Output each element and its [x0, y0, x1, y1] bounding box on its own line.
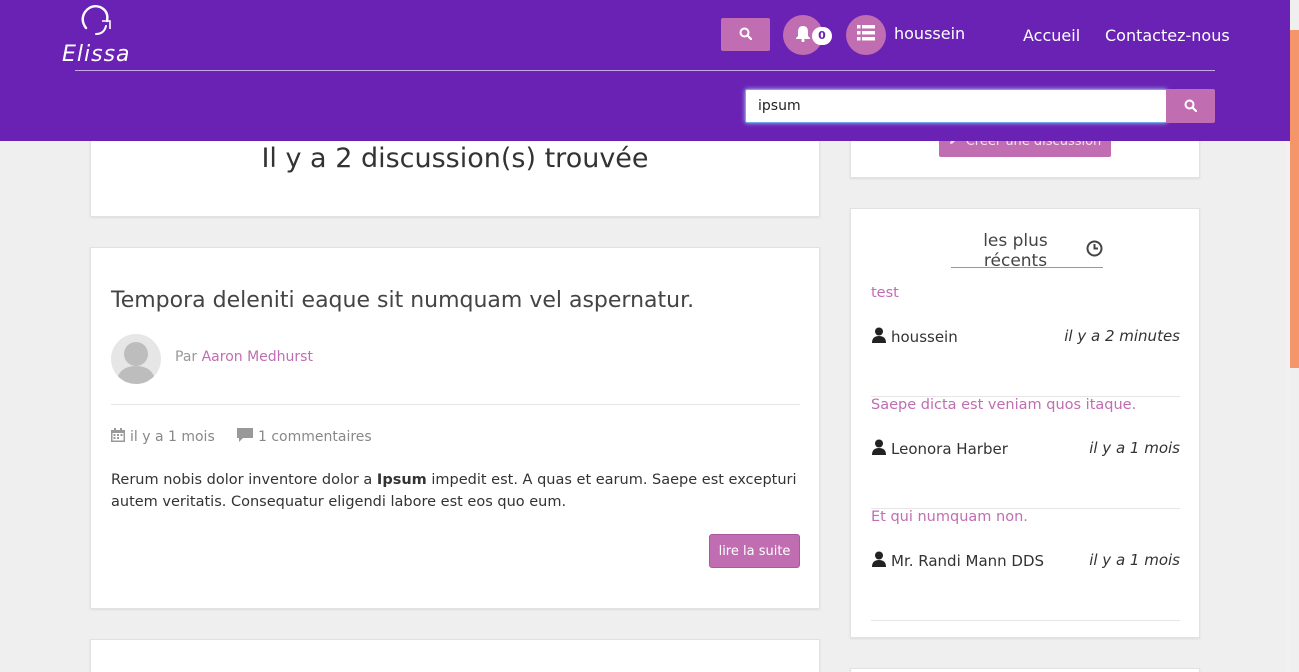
post-date: il y a 1 mois: [111, 428, 215, 446]
calendar-icon: [111, 428, 125, 446]
user-menu-button[interactable]: [846, 15, 886, 55]
clock-icon: [1086, 240, 1103, 262]
author-prefix: Par: [175, 349, 198, 365]
excerpt-text: Rerum nobis dolor inventore dolor a: [111, 472, 377, 488]
recent-heading: les plus récents: [951, 231, 1103, 271]
right-edge-accent: [1290, 30, 1299, 368]
discussion-card: Tempora deleniti eaque sit numquam vel a…: [90, 247, 820, 609]
recent-item-time: il y a 2 minutes: [1064, 327, 1180, 345]
recent-discussions-card: les plus récents test houssein il y a 2 …: [850, 208, 1200, 638]
divider: [111, 404, 800, 405]
user-icon: [871, 327, 887, 347]
notification-count-badge: 0: [812, 27, 832, 45]
username[interactable]: houssein: [894, 24, 965, 43]
logo-text: Elissa: [62, 42, 131, 67]
recent-item-title[interactable]: test: [871, 285, 899, 301]
top-navbar: Elissa 0 houssein Accueil Contactez-nous: [0, 0, 1290, 141]
discussion-title[interactable]: Tempora deleniti eaque sit numquam vel a…: [111, 288, 694, 313]
recent-item-title[interactable]: Saepe dicta est veniam quos itaque.: [871, 397, 1136, 413]
recent-item-time: il y a 1 mois: [1089, 439, 1180, 457]
post-comments: 1 commentaires: [237, 428, 372, 446]
search-toggle-button[interactable]: [721, 18, 770, 51]
author-link[interactable]: Aaron Medhurst: [202, 349, 313, 365]
logo-mark: [81, 4, 111, 35]
search-submit-button[interactable]: [1166, 89, 1215, 123]
sidebar-card: [850, 668, 1200, 672]
recent-item-author-name: Mr. Randi Mann DDS: [891, 552, 1045, 570]
header-divider: [75, 70, 1215, 71]
list-icon: [857, 25, 875, 45]
nav-link-contact[interactable]: Contactez-nous: [1105, 26, 1230, 45]
read-more-button[interactable]: lire la suite: [709, 534, 800, 568]
results-title: Il y a 2 discussion(s) trouvée: [261, 143, 649, 174]
bell-icon: [795, 25, 811, 46]
search-icon: [1184, 97, 1198, 116]
post-date-text: il y a 1 mois: [130, 429, 215, 445]
search-icon: [739, 25, 753, 44]
recent-item-author-name: Leonora Harber: [891, 440, 1008, 458]
recent-item: Saepe dicta est veniam quos itaque. Leon…: [871, 397, 1180, 509]
user-icon: [871, 551, 887, 571]
recent-item-time: il y a 1 mois: [1089, 551, 1180, 569]
search-input[interactable]: [745, 89, 1167, 123]
user-icon: [871, 439, 887, 459]
nav-link-accueil[interactable]: Accueil: [1023, 26, 1080, 45]
recent-item-title[interactable]: Et qui numquam non.: [871, 509, 1028, 525]
recent-heading-text: les plus récents: [983, 231, 1048, 271]
logo[interactable]: Elissa: [62, 4, 142, 67]
recent-item: Et qui numquam non. Mr. Randi Mann DDS i…: [871, 509, 1180, 621]
post-comments-text: 1 commentaires: [258, 429, 372, 445]
recent-item-author-name: houssein: [891, 328, 958, 346]
avatar: [111, 334, 161, 384]
recent-item-author: Leonora Harber: [871, 439, 1008, 459]
author-line: Par Aaron Medhurst: [175, 349, 313, 365]
comment-icon: [237, 428, 253, 446]
recent-item-author: houssein: [871, 327, 958, 347]
recent-item-author: Mr. Randi Mann DDS: [871, 551, 1044, 571]
search-highlight: Ipsum: [376, 472, 427, 488]
discussion-excerpt: Rerum nobis dolor inventore dolor a Ipsu…: [111, 469, 801, 513]
recent-item: test houssein il y a 2 minutes: [871, 285, 1180, 397]
discussion-card: [90, 639, 820, 672]
